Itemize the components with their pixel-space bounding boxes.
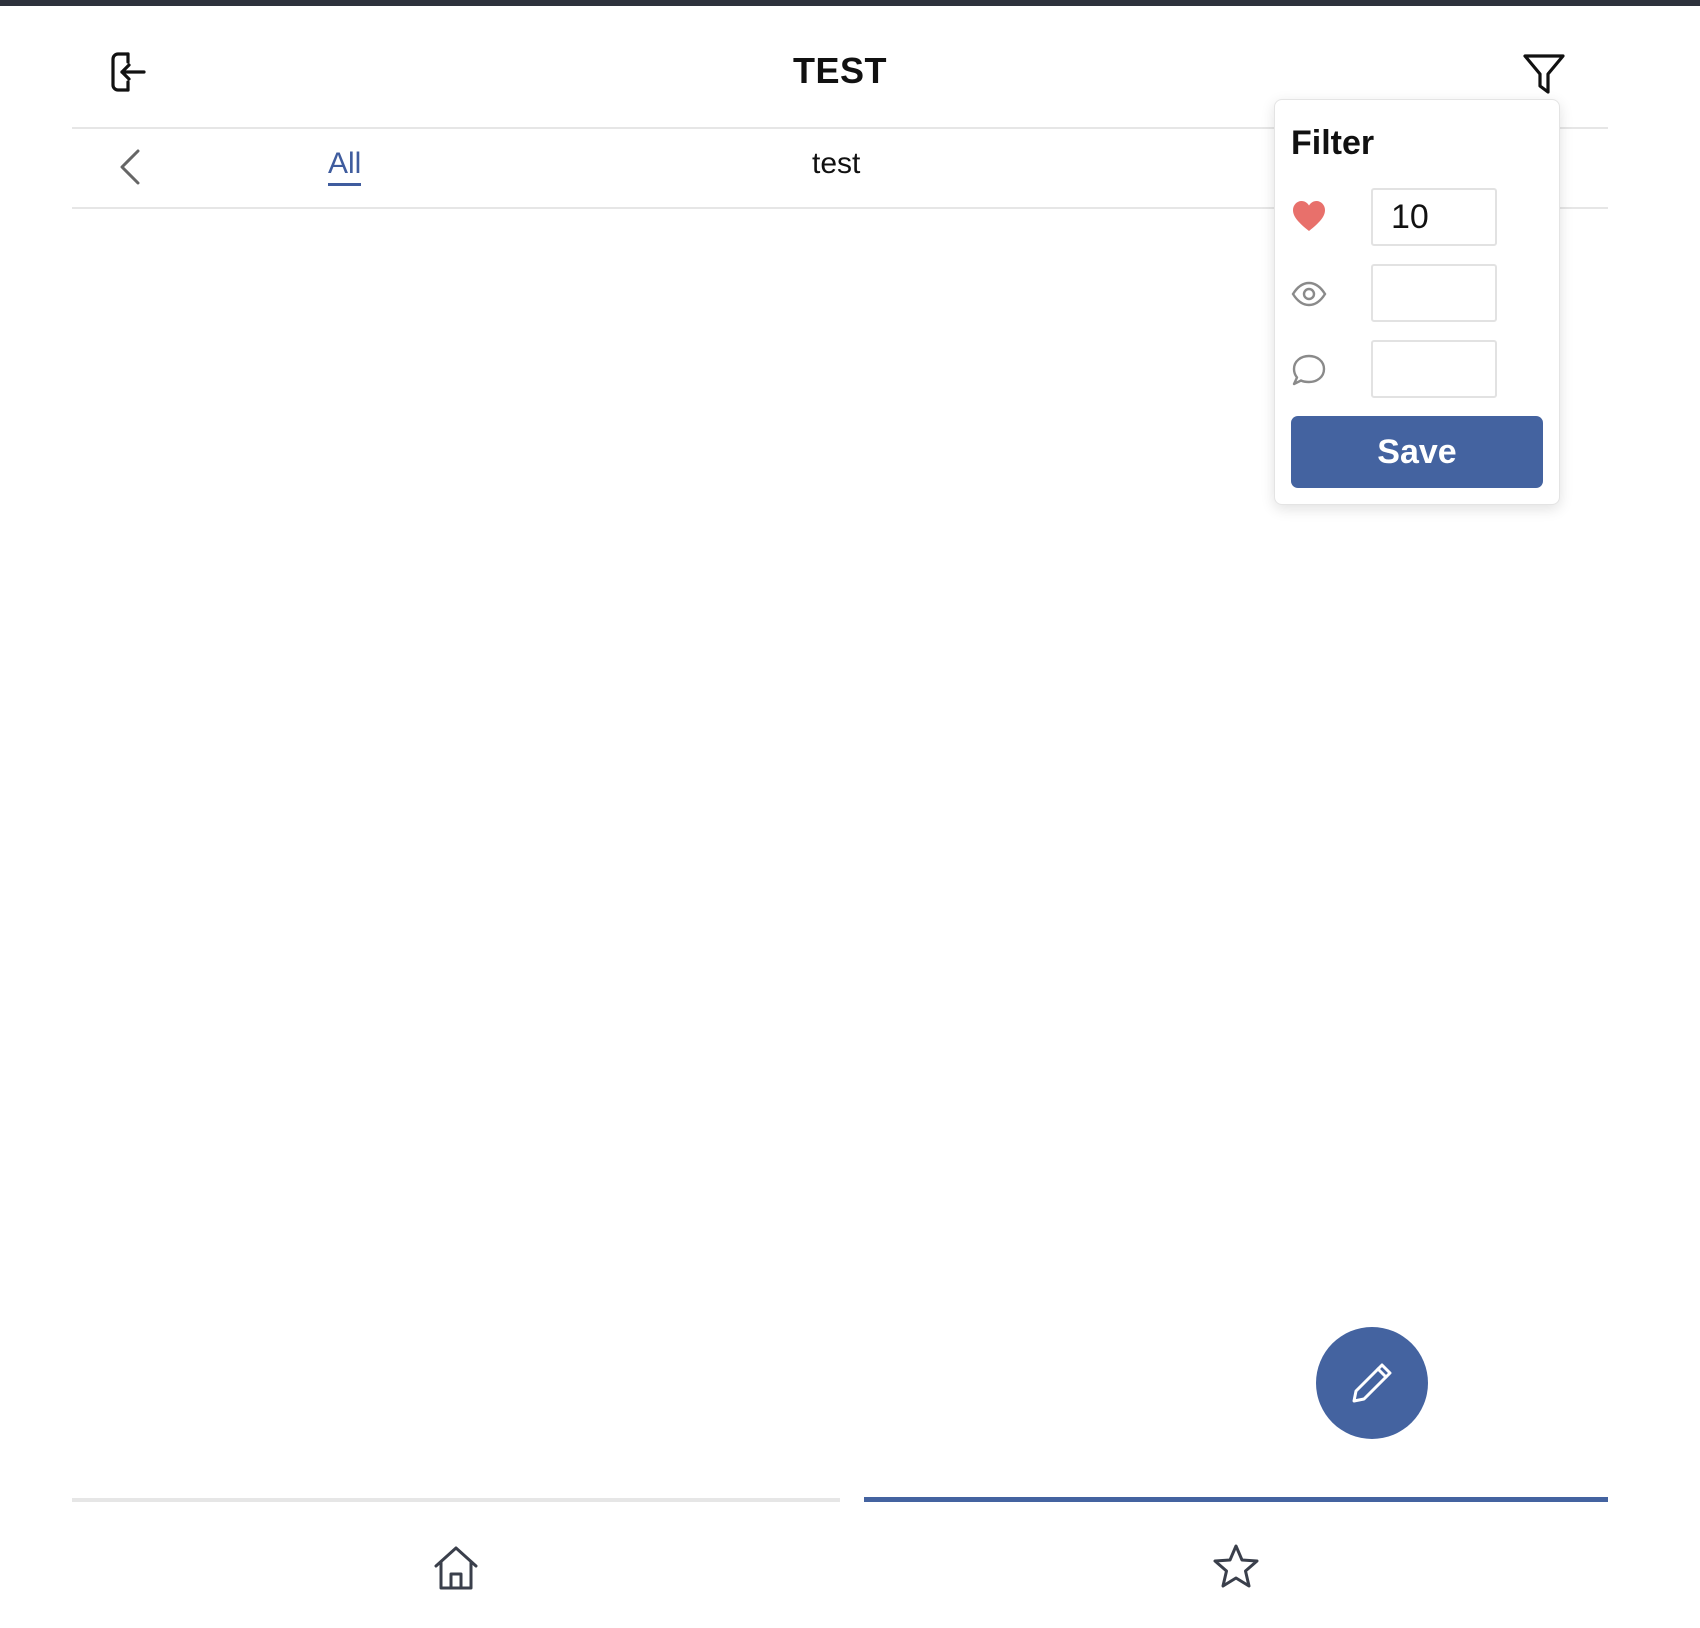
eye-icon [1291, 281, 1327, 307]
chevron-left-icon [120, 149, 140, 185]
tab-all[interactable]: All [328, 147, 362, 186]
star-icon [1213, 1544, 1259, 1588]
tab-test[interactable]: test [812, 147, 860, 181]
tabs-back-button[interactable] [112, 145, 152, 189]
home-icon [434, 1546, 478, 1590]
heart-icon [1293, 201, 1325, 231]
filter-funnel-icon [1523, 54, 1565, 94]
nav-home-button[interactable] [430, 1542, 482, 1594]
bottom-tab-indicator-home [72, 1498, 840, 1502]
comments-min-input[interactable] [1371, 340, 1497, 398]
bottom-tab-indicator-favorites [864, 1497, 1608, 1502]
filter-button[interactable] [1520, 50, 1568, 98]
pencil-icon [1352, 1363, 1392, 1403]
compose-button[interactable] [1316, 1327, 1428, 1439]
filter-popover: Filter Save [1274, 99, 1560, 505]
save-button[interactable]: Save [1291, 416, 1543, 488]
likes-min-input[interactable] [1371, 188, 1497, 246]
page-title: TEST [792, 50, 887, 91]
comment-icon [1292, 354, 1326, 386]
filter-title: Filter [1291, 124, 1375, 162]
views-min-input[interactable] [1371, 264, 1497, 322]
nav-favorites-button[interactable] [1210, 1541, 1262, 1593]
